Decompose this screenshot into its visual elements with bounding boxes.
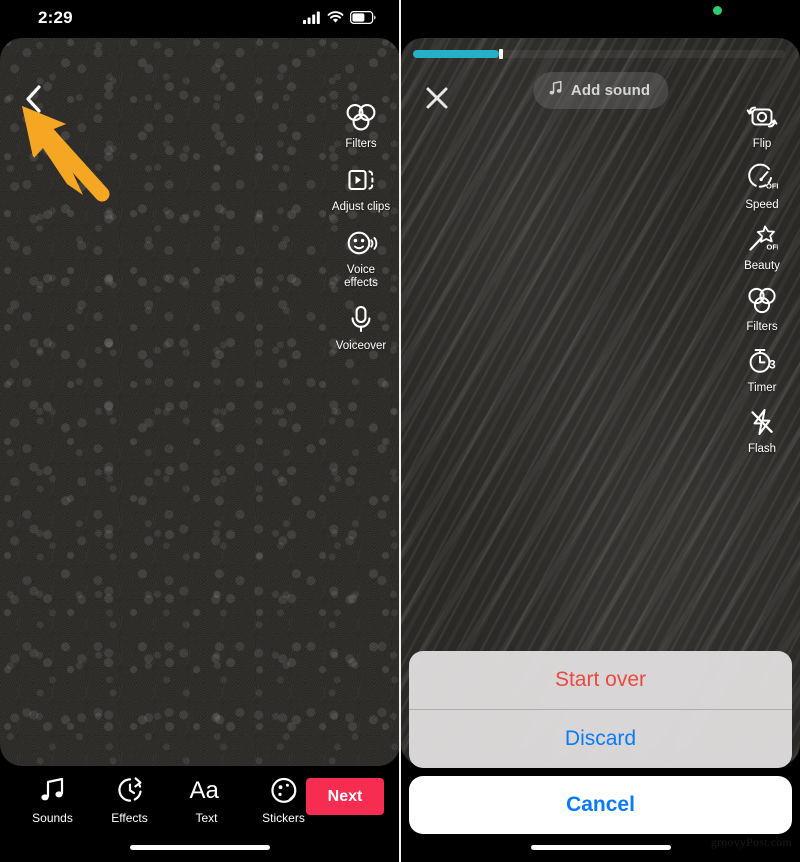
beauty-badge: OFF (767, 243, 779, 252)
back-button[interactable] (12, 76, 58, 122)
voiceover-icon (344, 302, 378, 336)
bottom-tool-label: Text (195, 811, 218, 825)
tool-label: Beauty (744, 260, 780, 272)
tool-label: Filters (345, 138, 377, 150)
tool-filters[interactable]: Filters (328, 100, 394, 151)
text-aa-icon: Aa (189, 774, 225, 806)
tool-beauty[interactable]: OFF Beauty (730, 222, 794, 273)
effects-icon (115, 774, 145, 806)
tool-timer[interactable]: 3 Timer (730, 344, 794, 395)
panel-divider (399, 0, 401, 862)
bottom-tool-text[interactable]: Aa Text (168, 774, 245, 825)
next-button[interactable]: Next (306, 778, 384, 815)
bottom-tool-sounds[interactable]: Sounds (14, 774, 91, 825)
tool-label: Adjust clips (331, 201, 391, 213)
voice-effects-icon (344, 226, 378, 260)
bottom-tool-group: Sounds Effects Aa Text Stickers (14, 774, 322, 825)
home-indicator-left (130, 845, 270, 850)
action-sheet-item-discard[interactable]: Discard (409, 710, 792, 768)
tool-label: Voiceover (335, 340, 387, 352)
action-sheet-item-start-over[interactable]: Start over (409, 651, 792, 709)
home-indicator-right (530, 845, 671, 850)
screenshot-stage: 2:29 Filters Adjust clips Voice effects … (0, 0, 800, 862)
watermark: groovyPost.com (710, 835, 792, 849)
right-phone-screen: Add sound Flip OF Speed OF Beauty Filter… (401, 0, 800, 862)
left-status-bar: 2:29 (0, 0, 400, 38)
adjust-clips-icon (344, 163, 378, 197)
next-button-label: Next (327, 787, 363, 805)
timer-icon: 3 (746, 344, 778, 378)
tool-flash[interactable]: Flash (730, 405, 794, 456)
action-sheet: Start over Discard Cancel (409, 651, 792, 834)
left-bottom-bar: Sounds Effects Aa Text Stickers Next (0, 766, 400, 862)
flash-off-icon (746, 405, 778, 439)
left-phone-screen: 2:29 Filters Adjust clips Voice effects … (0, 0, 400, 862)
tool-label: Speed (745, 199, 779, 211)
bottom-tool-label: Effects (111, 811, 148, 825)
battery-icon (349, 10, 376, 29)
action-sheet-cancel-button[interactable]: Cancel (409, 776, 792, 834)
tool-filters-right[interactable]: Filters (730, 283, 794, 334)
add-sound-label: Add sound (570, 82, 651, 99)
tool-label: Filters (746, 321, 778, 333)
status-bar-time: 2:29 (38, 8, 73, 27)
speed-icon: OFF (746, 161, 778, 195)
tool-adjust-clips[interactable]: Adjust clips (328, 163, 394, 214)
right-status-bar (401, 0, 800, 38)
music-note-icon (38, 774, 68, 806)
timer-badge: 3 (769, 358, 776, 372)
left-tool-rail: Filters Adjust clips Voice effects Voice… (328, 100, 394, 365)
bottom-tool-label: Sounds (32, 811, 73, 825)
tool-voice-effects[interactable]: Voice effects (328, 226, 394, 290)
right-tool-rail: Flip OFF Speed (730, 100, 794, 466)
tool-flip[interactable]: Flip (730, 100, 794, 151)
music-note-icon (548, 80, 563, 101)
video-preview-left[interactable]: Filters Adjust clips Voice effects Voice… (0, 38, 400, 766)
tool-label: Voice effects (344, 264, 378, 289)
beauty-wand-icon: OFF (746, 222, 778, 256)
bottom-tool-effects[interactable]: Effects (91, 774, 168, 825)
cellular-signal-icon (303, 11, 321, 29)
tool-label: Timer (747, 382, 777, 394)
close-button[interactable] (415, 76, 461, 122)
stickers-icon (269, 774, 299, 806)
action-sheet-group: Start over Discard (409, 651, 792, 768)
tool-label: Flip (752, 138, 772, 150)
wifi-icon (327, 11, 344, 29)
green-dot-icon (713, 6, 722, 15)
status-bar-icons (303, 10, 376, 29)
bottom-tool-label: Stickers (262, 811, 305, 825)
filters-icon (746, 283, 778, 317)
add-sound-button[interactable]: Add sound (532, 72, 669, 109)
recording-progress-fill (413, 50, 499, 58)
recording-progress-track[interactable] (413, 49, 785, 59)
svg-text:Aa: Aa (189, 777, 219, 804)
recording-progress-tip (498, 49, 503, 59)
flip-camera-icon (746, 100, 778, 134)
tool-speed[interactable]: OFF Speed (730, 161, 794, 212)
tool-label: Flash (747, 443, 777, 455)
tool-voiceover[interactable]: Voiceover (328, 302, 394, 353)
filters-icon (344, 100, 378, 134)
speed-badge: OFF (766, 182, 778, 191)
close-x-icon (426, 87, 448, 109)
chevron-left-icon (26, 85, 41, 113)
